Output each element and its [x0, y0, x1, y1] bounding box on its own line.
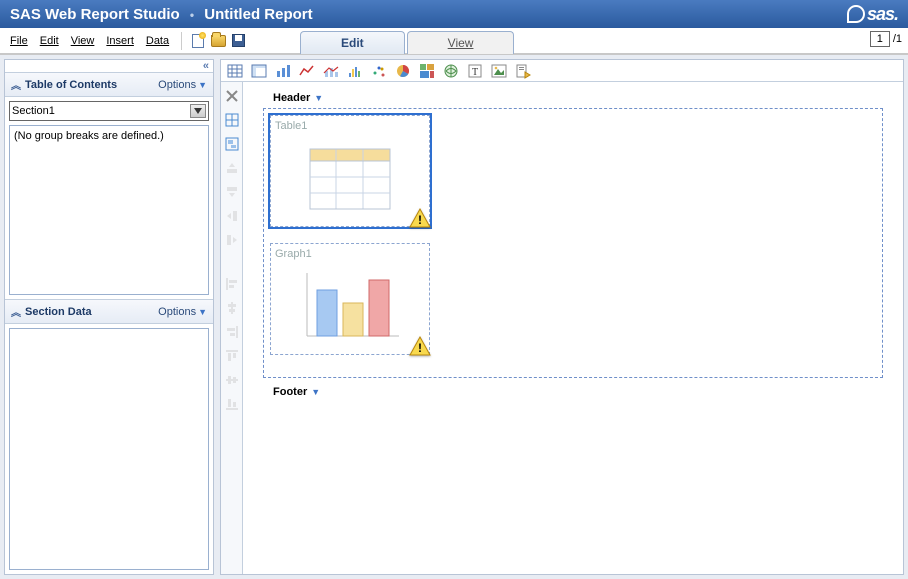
layout-tools — [221, 82, 243, 574]
menu-separator — [181, 32, 182, 50]
report-canvas[interactable]: Header▼ Table1 — [243, 82, 903, 574]
align-bottom-icon — [224, 396, 240, 412]
insert-pie-chart-icon[interactable] — [395, 63, 411, 79]
save-report-icon[interactable] — [230, 33, 246, 49]
toc-collapse-icon[interactable]: ︽ — [11, 77, 21, 92]
work-area: T — [220, 59, 904, 575]
left-panel: « ︽ Table of Contents Options▼ Section1 … — [4, 59, 214, 575]
toc-title: Table of Contents — [25, 79, 117, 91]
insert-line-chart-icon[interactable] — [299, 63, 315, 79]
menu-file[interactable]: File — [6, 32, 32, 50]
grid-layout-icon[interactable] — [224, 112, 240, 128]
insert-progressive-bar-icon[interactable] — [347, 63, 363, 79]
sas-logo-text: sas — [867, 4, 894, 25]
table-object-title: Table1 — [275, 120, 425, 132]
insert-geo-map-icon[interactable] — [443, 63, 459, 79]
page-indicator: 1 /1 — [870, 31, 902, 47]
object-toolbar: T — [221, 60, 903, 82]
section-data-area — [9, 328, 209, 570]
insert-col-right-icon — [224, 232, 240, 248]
warning-icon: ! — [409, 336, 431, 356]
app-title: SAS Web Report Studio — [10, 6, 180, 23]
svg-text:!: ! — [418, 341, 422, 355]
insert-crosstab-icon[interactable] — [251, 63, 267, 79]
align-middle-icon — [224, 372, 240, 388]
warning-icon: ! — [409, 208, 431, 228]
table-object[interactable]: Table1 — [270, 115, 430, 227]
insert-row-below-icon — [224, 184, 240, 200]
titlebar: SAS Web Report Studio • Untitled Report … — [0, 0, 908, 28]
toc-header: ︽ Table of Contents Options▼ — [5, 72, 213, 97]
graph-object[interactable]: Graph1 ! — [270, 243, 430, 355]
graph-preview-icon — [275, 264, 425, 350]
insert-bar-chart-icon[interactable] — [275, 63, 291, 79]
insert-image-icon[interactable] — [491, 63, 507, 79]
insert-row-above-icon — [224, 160, 240, 176]
page-current[interactable]: 1 — [870, 31, 890, 47]
toc-options-dropdown[interactable]: Options▼ — [158, 79, 207, 91]
menu-edit[interactable]: Edit — [36, 32, 63, 50]
precision-layout-icon[interactable] — [224, 136, 240, 152]
page-total: /1 — [893, 33, 902, 45]
table-preview-icon — [275, 136, 425, 222]
align-right-icon — [224, 324, 240, 340]
align-top-icon — [224, 348, 240, 364]
new-report-icon[interactable] — [190, 33, 206, 49]
section-select-button-icon[interactable] — [190, 104, 206, 118]
sas-logo-mark — [847, 5, 865, 23]
group-breaks-area: (No group breaks are defined.) — [9, 125, 209, 295]
report-body-grid[interactable]: Table1 — [263, 108, 883, 378]
insert-stored-process-icon[interactable] — [515, 63, 531, 79]
insert-bar-line-chart-icon[interactable] — [323, 63, 339, 79]
tab-view[interactable]: View — [407, 31, 515, 54]
no-groups-text: (No group breaks are defined.) — [14, 130, 164, 142]
header-dropdown[interactable]: Header▼ — [273, 92, 883, 104]
footer-dropdown[interactable]: Footer▼ — [273, 386, 883, 398]
section-data-title: Section Data — [25, 306, 92, 318]
mode-tabs: Edit View — [300, 28, 514, 54]
menubar: File Edit View Insert Data Edit View 1 /… — [0, 28, 908, 54]
svg-text:!: ! — [418, 213, 422, 227]
section-select[interactable]: Section1 — [9, 101, 209, 121]
section-select-value: Section1 — [12, 105, 55, 117]
open-report-icon[interactable] — [210, 33, 226, 49]
insert-tile-chart-icon[interactable] — [419, 63, 435, 79]
tab-edit[interactable]: Edit — [300, 31, 405, 54]
delete-icon[interactable] — [224, 88, 240, 104]
main: « ︽ Table of Contents Options▼ Section1 … — [0, 54, 908, 579]
insert-list-table-icon[interactable] — [227, 63, 243, 79]
collapse-left-icon[interactable]: « — [5, 60, 213, 72]
insert-text-icon[interactable]: T — [467, 63, 483, 79]
svg-text:T: T — [472, 67, 478, 78]
insert-col-left-icon — [224, 208, 240, 224]
insert-scatter-icon[interactable] — [371, 63, 387, 79]
menu-view[interactable]: View — [67, 32, 99, 50]
menu-data[interactable]: Data — [142, 32, 173, 50]
align-left-icon — [224, 276, 240, 292]
title-separator: • — [190, 8, 194, 22]
sas-logo: sas. — [847, 4, 898, 25]
doc-title: Untitled Report — [204, 6, 312, 23]
graph-object-title: Graph1 — [275, 248, 425, 260]
align-center-icon — [224, 300, 240, 316]
section-data-collapse-icon[interactable]: ︽ — [11, 304, 21, 319]
section-data-options-dropdown[interactable]: Options▼ — [158, 306, 207, 318]
menu-insert[interactable]: Insert — [102, 32, 138, 50]
section-data-header: ︽ Section Data Options▼ — [5, 299, 213, 324]
